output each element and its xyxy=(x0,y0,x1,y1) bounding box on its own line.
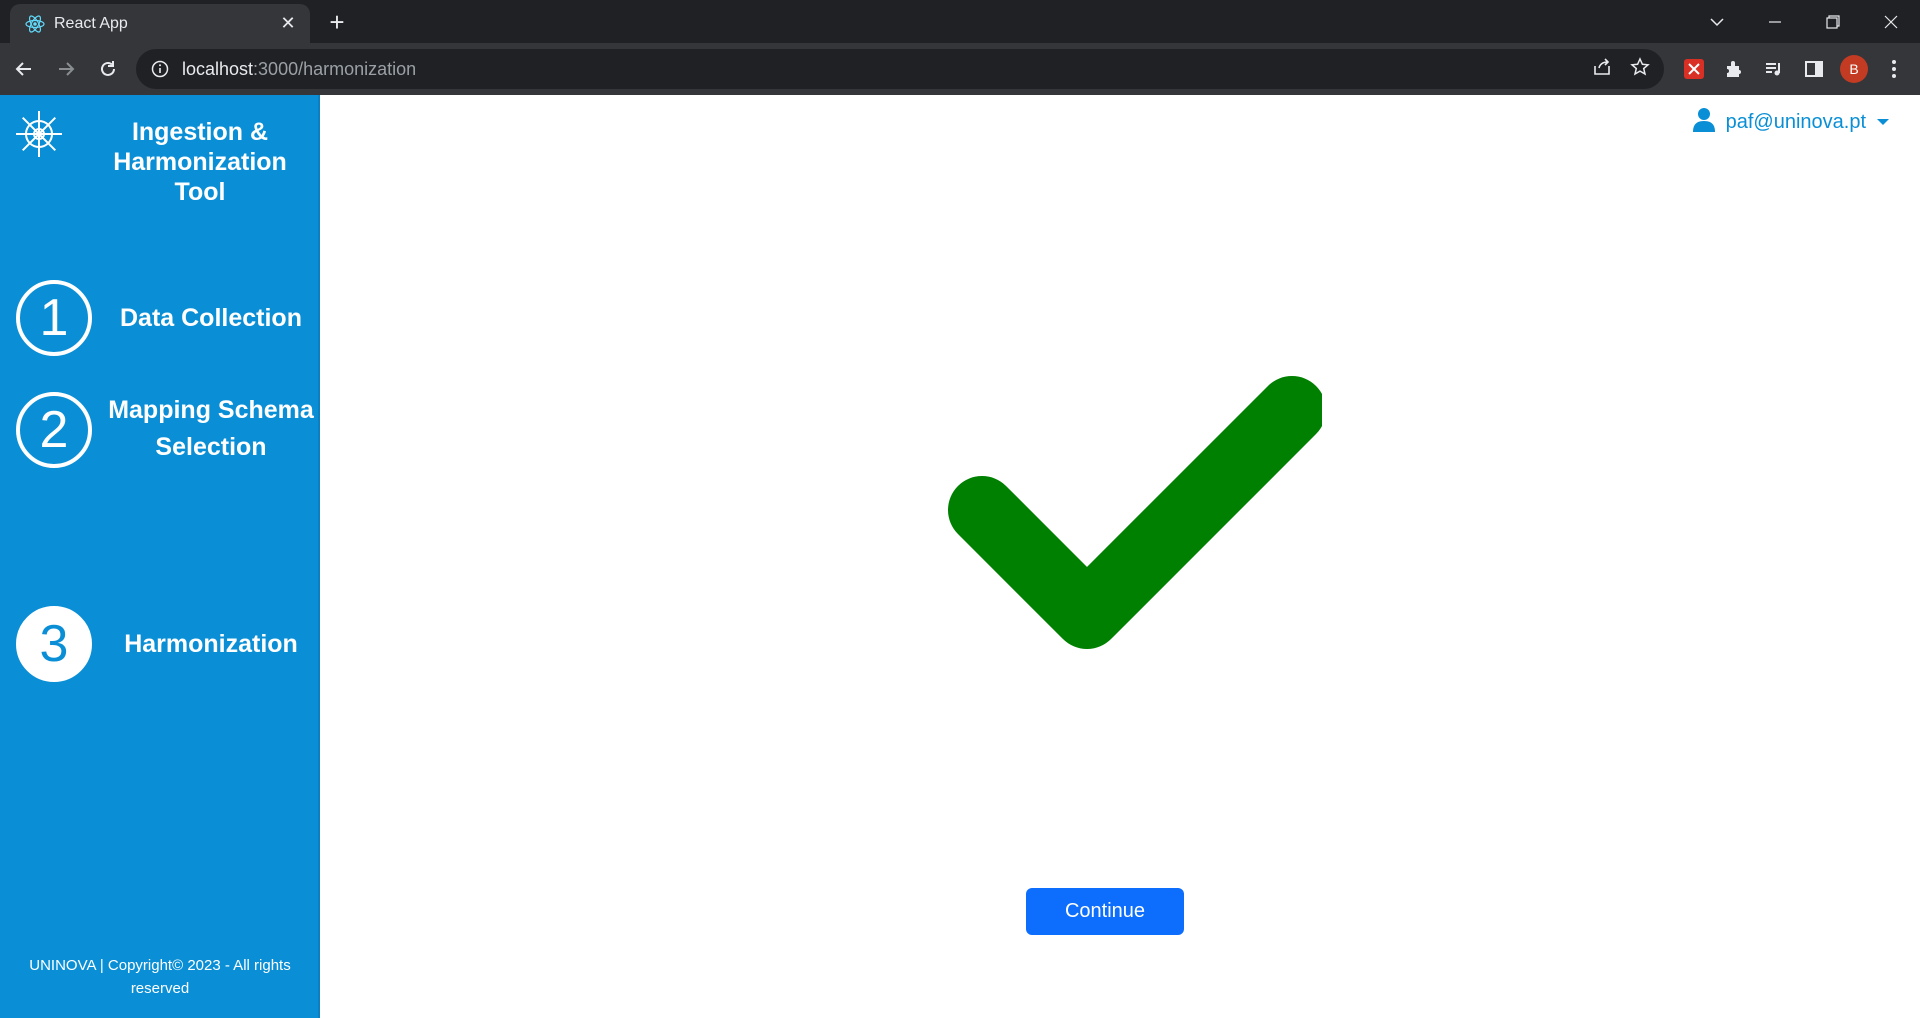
side-panel-icon[interactable] xyxy=(1800,55,1828,83)
close-window-icon[interactable] xyxy=(1862,2,1920,42)
browser-toolbar: localhost:3000/harmonization B xyxy=(0,43,1920,95)
user-email: paf@uninova.pt xyxy=(1725,111,1866,133)
checkmark-icon xyxy=(942,365,1326,655)
profile-avatar[interactable]: B xyxy=(1840,55,1868,83)
ship-wheel-icon xyxy=(14,109,64,159)
user-menu[interactable]: paf@uninova.pt xyxy=(1692,107,1890,138)
minimize-icon[interactable] xyxy=(1746,2,1804,42)
new-tab-button[interactable]: + xyxy=(322,8,352,38)
caret-down-icon xyxy=(1876,114,1890,132)
profile-initial: B xyxy=(1840,55,1868,83)
step-harmonization[interactable]: 3 Harmonization xyxy=(16,606,316,682)
address-bar[interactable]: localhost:3000/harmonization xyxy=(136,49,1664,89)
user-icon xyxy=(1692,107,1716,138)
url-host: localhost xyxy=(182,58,254,79)
react-icon xyxy=(24,13,46,35)
step-number: 1 xyxy=(16,280,92,356)
extensions-puzzle-icon[interactable] xyxy=(1720,55,1748,83)
continue-button[interactable]: Continue xyxy=(1026,888,1184,935)
reload-icon[interactable] xyxy=(90,51,126,87)
step-label: Data Collection xyxy=(120,303,302,332)
url-text: localhost:3000/harmonization xyxy=(182,59,416,80)
step-mapping-schema-selection[interactable]: 2 Mapping Schema Selection xyxy=(16,392,316,468)
url-path: :3000/harmonization xyxy=(253,58,417,79)
sidebar: Ingestion & Harmonization Tool 1 Data Co… xyxy=(0,95,320,1018)
restore-icon[interactable] xyxy=(1804,2,1862,42)
step-number-active: 3 xyxy=(16,606,92,682)
copyright-footer: UNINOVA | Copyright© 2023 - All rights r… xyxy=(29,957,291,997)
tab-search-chevron-icon[interactable] xyxy=(1688,2,1746,42)
step-number: 2 xyxy=(16,392,92,468)
browser-tab[interactable]: React App ✕ xyxy=(10,4,310,43)
forward-arrow-icon[interactable] xyxy=(48,51,84,87)
close-tab-icon[interactable]: ✕ xyxy=(278,13,298,34)
back-arrow-icon[interactable] xyxy=(6,51,42,87)
step-label: Mapping Schema Selection xyxy=(108,396,314,461)
main-content: paf@uninova.pt Continue xyxy=(322,95,1920,1018)
site-info-icon[interactable] xyxy=(150,59,170,79)
media-queue-icon[interactable] xyxy=(1760,55,1788,83)
bookmark-star-icon[interactable] xyxy=(1630,56,1650,82)
app-title: Ingestion & Harmonization Tool xyxy=(113,118,287,206)
app-root: Ingestion & Harmonization Tool 1 Data Co… xyxy=(0,95,1920,1018)
browser-menu-icon[interactable] xyxy=(1880,55,1908,83)
step-data-collection[interactable]: 1 Data Collection xyxy=(16,280,316,356)
step-label: Harmonization xyxy=(124,629,298,658)
extension-icon[interactable] xyxy=(1680,55,1708,83)
browser-tab-title: React App xyxy=(54,14,128,32)
share-icon[interactable] xyxy=(1592,57,1612,82)
browser-tab-strip: React App ✕ + xyxy=(0,0,1920,43)
